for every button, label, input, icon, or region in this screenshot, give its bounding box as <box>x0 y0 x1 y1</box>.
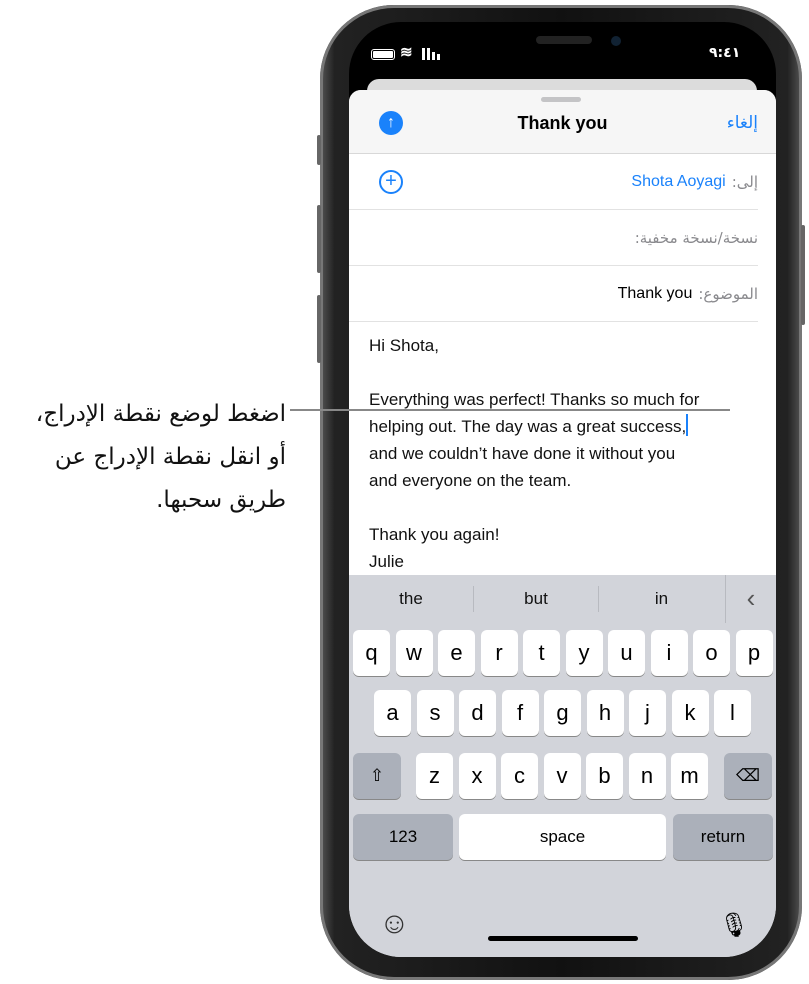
volume-down-button <box>317 295 321 363</box>
key-r[interactable]: r <box>480 630 518 676</box>
battery-icon <box>371 49 395 60</box>
to-field[interactable]: إلى: Shota Aoyagi + <box>349 154 758 210</box>
speaker <box>536 36 592 44</box>
key-y[interactable]: y <box>565 630 603 676</box>
key-s[interactable]: s <box>416 690 454 736</box>
plus-icon: + <box>385 170 397 192</box>
key-n[interactable]: n <box>628 753 666 799</box>
key-p[interactable]: p <box>735 630 773 676</box>
phone-screen: ≋ ٩:٤١ ↑ Thank you إلغاء إلى: Shota Aoya… <box>349 22 776 957</box>
key-x[interactable]: x <box>458 753 496 799</box>
body-text-before-caret: Everything was perfect! Thanks so much f… <box>369 390 700 436</box>
side-button <box>801 225 805 325</box>
cc-bcc-label: نسخة/نسخة مخفية: <box>634 228 758 247</box>
mute-switch <box>317 135 321 165</box>
message-body[interactable]: Hi Shota, Everything was perfect! Thanks… <box>349 322 776 585</box>
key-h[interactable]: h <box>586 690 624 736</box>
key-o[interactable]: o <box>693 630 730 676</box>
callout-line-2: أو انقل نقطة الإدراج عن <box>54 444 286 470</box>
key-z[interactable]: z <box>416 753 453 799</box>
add-contact-button[interactable]: + <box>379 170 403 194</box>
subject-field[interactable]: الموضوع: Thank you <box>349 266 758 322</box>
signal-icon <box>422 48 440 60</box>
key-i[interactable]: i <box>650 630 688 676</box>
sheet-grabber[interactable] <box>541 97 581 102</box>
key-m[interactable]: m <box>671 753 708 799</box>
insertion-point[interactable] <box>686 414 689 436</box>
key-l[interactable]: l <box>714 690 751 736</box>
subject-value: Thank you <box>617 284 693 302</box>
key-d[interactable]: d <box>459 690 496 736</box>
key-u[interactable]: u <box>608 630 645 676</box>
key-f[interactable]: f <box>501 690 539 736</box>
suggestion-3[interactable]: in <box>599 586 724 612</box>
key-j[interactable]: j <box>629 690 666 736</box>
cancel-button[interactable]: إلغاء <box>727 113 758 133</box>
callout-leader-line <box>290 409 730 411</box>
key-t[interactable]: t <box>523 630 560 676</box>
cc-bcc-field[interactable]: نسخة/نسخة مخفية: <box>349 210 758 266</box>
closing: Thank you again! Julie <box>369 525 500 571</box>
greeting: Hi Shota, <box>369 336 439 355</box>
camera <box>611 36 621 46</box>
compose-header: ↑ Thank you إلغاء <box>349 90 776 154</box>
key-v[interactable]: v <box>543 753 581 799</box>
subject-label: الموضوع: <box>698 284 758 303</box>
return-key[interactable]: return <box>673 814 773 860</box>
key-k[interactable]: k <box>671 690 709 736</box>
keyboard: the but in ‹ q w e r t y u i o p a s d f g h j k l z x c v b n m ⇧… <box>349 575 776 957</box>
microphone-icon[interactable]: 🎙 <box>719 911 749 940</box>
key-b[interactable]: b <box>586 753 623 799</box>
volume-up-button <box>317 205 321 273</box>
delete-key[interactable]: ⌫ <box>724 753 772 799</box>
callout-text: اضغط لوضع نقطة الإدراج، أو انقل نقطة الإ… <box>0 393 286 522</box>
key-w[interactable]: w <box>395 630 433 676</box>
key-a[interactable]: a <box>374 690 411 736</box>
shift-key[interactable]: ⇧ <box>353 753 401 799</box>
space-key[interactable]: space <box>459 814 666 860</box>
emoji-icon[interactable]: ☺ <box>379 907 410 941</box>
suggestion-1[interactable]: the <box>349 586 474 612</box>
body-text-after-caret: and we couldn’t have done it without you… <box>369 444 676 490</box>
home-indicator[interactable] <box>488 936 638 941</box>
chevron-left-icon[interactable]: ‹ <box>725 575 776 623</box>
to-label: إلى: <box>731 172 758 191</box>
suggestion-bar: the but in ‹ <box>349 575 776 623</box>
numbers-key[interactable]: 123 <box>353 814 453 860</box>
key-c[interactable]: c <box>501 753 538 799</box>
key-q[interactable]: q <box>353 630 390 676</box>
callout-line-1: اضغط لوضع نقطة الإدراج، <box>35 401 286 427</box>
key-e[interactable]: e <box>438 630 475 676</box>
wifi-icon: ≋ <box>400 44 413 61</box>
recipient-token[interactable]: Shota Aoyagi <box>631 173 725 191</box>
key-g[interactable]: g <box>544 690 581 736</box>
suggestion-2[interactable]: but <box>474 586 599 612</box>
callout-line-3: طريق سحبها. <box>156 487 286 513</box>
compose-title: Thank you <box>517 113 608 133</box>
time: ٩:٤١ <box>709 45 741 61</box>
